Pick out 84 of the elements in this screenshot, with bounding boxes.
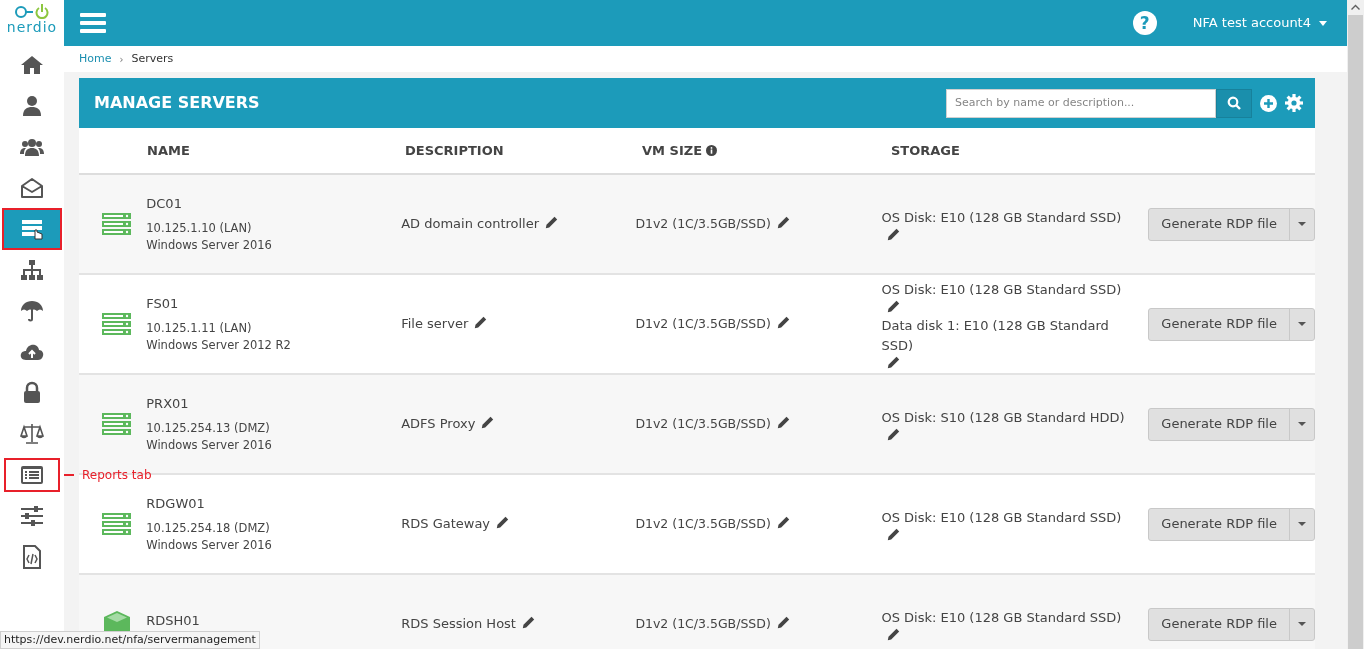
server-name: FS01 — [146, 295, 180, 314]
pencil-icon[interactable] — [474, 316, 488, 330]
server-icon — [102, 213, 132, 235]
pencil-icon[interactable] — [776, 515, 790, 529]
server-os: Windows Server 2012 R2 — [146, 336, 292, 354]
storage-text: OS Disk: S10 (128 GB Standard HDD) — [881, 408, 1125, 427]
vm-size-text: D1v2 (1C/3.5GB/SSD) — [635, 215, 771, 231]
server-os: Windows Server 2016 — [146, 236, 273, 254]
pencil-icon[interactable] — [887, 627, 901, 641]
description-text: RDS Session Host — [401, 616, 516, 632]
pencil-icon[interactable] — [776, 615, 790, 629]
server-os: Windows Server 2016 — [146, 536, 273, 554]
logo-text: nerdio — [6, 19, 58, 35]
search-icon — [1227, 96, 1241, 110]
sidebar-item[interactable] — [2, 207, 62, 250]
search-button[interactable] — [1216, 88, 1252, 118]
pencil-icon[interactable] — [887, 227, 901, 241]
storage-text: OS Disk: E10 (128 GB Standard SSD) — [881, 280, 1122, 299]
user-icon — [20, 93, 44, 118]
settings-icon[interactable] — [1285, 94, 1303, 112]
vm-size-text: D1v2 (1C/3.5GB/SSD) — [635, 415, 771, 431]
pencil-icon[interactable] — [776, 315, 790, 329]
server-os: Windows Server 2016 — [146, 436, 273, 454]
description-text: AD domain controller — [401, 216, 540, 232]
storage-text: OS Disk: E10 (128 GB Standard SSD) — [881, 608, 1122, 627]
vm-size-text: D1v2 (1C/3.5GB/SSD) — [635, 515, 771, 531]
server-ip: 10.125.254.13 (DMZ) — [146, 419, 271, 437]
caret-icon — [1298, 222, 1306, 226]
pencil-icon[interactable] — [481, 416, 495, 430]
caret-icon — [1298, 622, 1306, 626]
panel-title: MANAGE SERVERS — [94, 92, 260, 114]
pencil-icon[interactable] — [521, 616, 535, 630]
server-icon — [102, 413, 132, 435]
column-header: DESCRIPTION — [405, 141, 504, 160]
scroll-up-icon[interactable] — [1351, 4, 1360, 10]
storage-text: Data disk 1: E10 (128 GB Standard SSD) — [881, 316, 1110, 355]
server-name: RDGW01 — [146, 495, 206, 514]
vm-size-text: D1v2 (1C/3.5GB/SSD) — [635, 315, 771, 331]
server-name: RDSH01 — [146, 612, 201, 631]
caret-icon — [1298, 422, 1306, 426]
server-ip: 10.125.1.11 (LAN) — [146, 319, 253, 337]
vm-size-text: D1v2 (1C/3.5GB/SSD) — [635, 615, 771, 631]
description-text: RDS Gateway — [401, 516, 491, 532]
pencil-icon[interactable] — [776, 215, 790, 229]
server-ip: 10.125.1.10 (LAN) — [146, 219, 253, 237]
pencil-icon[interactable] — [545, 216, 559, 230]
server-icon — [102, 313, 132, 335]
sidebar-item[interactable] — [4, 457, 60, 492]
pencil-icon[interactable] — [887, 355, 901, 369]
pencil-icon[interactable] — [887, 527, 901, 541]
annotation-label: Reports tab — [82, 467, 152, 484]
status-url: https://dev.nerdio.net/nfa/servermanagement — [0, 631, 260, 649]
sitemap-icon — [20, 257, 44, 282]
breadcrumb-link[interactable]: Home — [79, 50, 112, 68]
scale-icon — [20, 421, 44, 446]
info-icon — [706, 145, 718, 156]
column-header: VM SIZE — [642, 141, 703, 160]
pencil-icon[interactable] — [887, 299, 901, 313]
description-text: ADFS Proxy — [401, 416, 476, 432]
pencil-icon[interactable] — [887, 427, 901, 441]
server-ip: 10.125.254.18 (DMZ) — [146, 519, 271, 537]
caret-icon — [1319, 20, 1327, 26]
pencil-icon[interactable] — [776, 415, 790, 429]
breadcrumb-separator: › — [119, 52, 124, 67]
caret-icon — [1298, 322, 1306, 326]
server-name: PRX01 — [146, 395, 190, 414]
column-header: NAME — [147, 141, 190, 160]
server-name: DC01 — [146, 195, 183, 214]
logo-icon — [14, 3, 50, 19]
add-icon[interactable] — [1260, 94, 1277, 112]
sliders-icon — [20, 503, 44, 528]
envelope-icon — [20, 175, 44, 200]
menu-icon[interactable] — [80, 12, 106, 34]
pencil-icon[interactable] — [496, 516, 510, 530]
server-icon — [102, 513, 132, 535]
search-field[interactable]: Search by name or description... — [946, 88, 1216, 118]
column-header: STORAGE — [891, 141, 960, 160]
code-file-icon — [20, 544, 44, 569]
storage-text: OS Disk: E10 (128 GB Standard SSD) — [881, 208, 1122, 227]
caret-icon — [1298, 522, 1306, 526]
umbrella-icon — [20, 298, 44, 323]
breadcrumb-current: Servers — [131, 50, 174, 67]
description-text: File server — [401, 316, 469, 332]
storage-text: OS Disk: E10 (128 GB Standard SSD) — [881, 508, 1122, 527]
